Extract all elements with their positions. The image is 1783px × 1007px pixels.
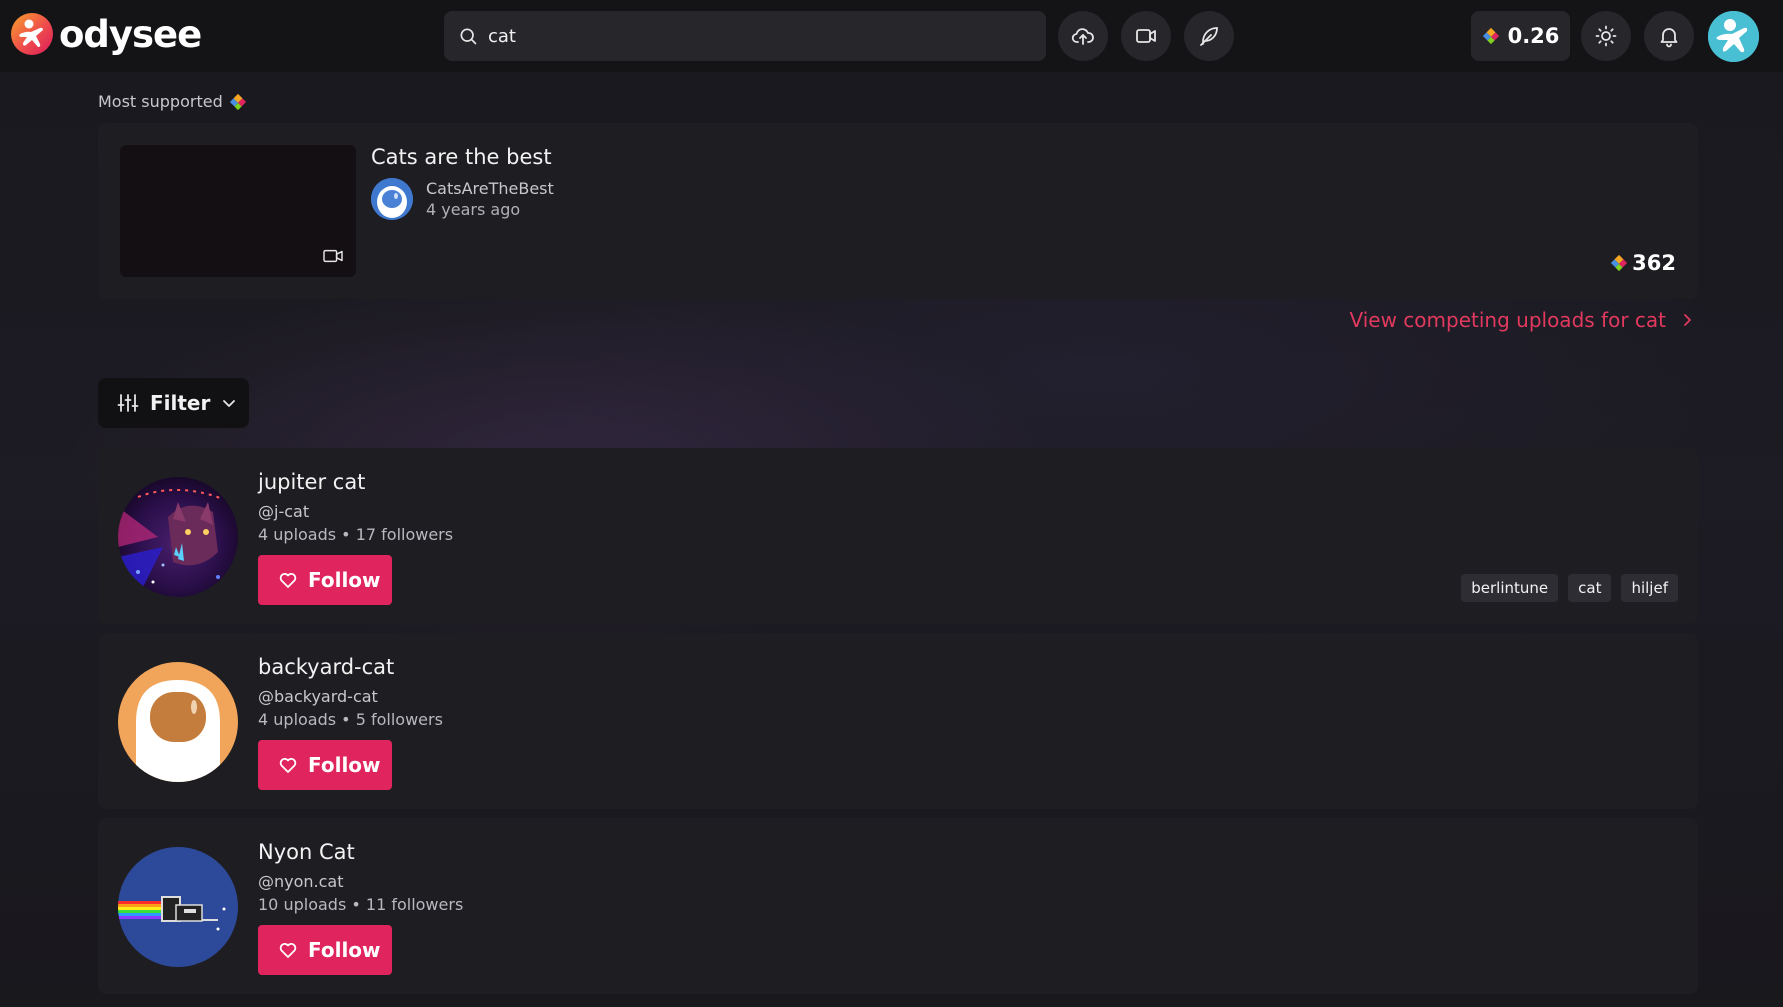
video-icon [323,249,343,263]
channel-avatar-image [118,477,238,597]
chevron-down-icon [223,400,236,407]
support-amount-value: 362 [1632,251,1676,275]
user-avatar[interactable] [1708,11,1759,62]
featured-title[interactable]: Cats are the best [371,145,552,169]
notifications-button[interactable] [1644,11,1694,61]
odysee-logo[interactable]: odysee [10,12,202,56]
channel-avatar[interactable] [118,477,238,597]
sun-icon [1595,25,1617,47]
channel-tags: berlintune cat hiljef [1461,574,1678,602]
channel-stats: 10 uploads • 11 followers [258,895,464,914]
upload-icon [1071,28,1094,45]
channel-result-card[interactable]: Nyon Cat @nyon.cat 10 uploads • 11 follo… [98,818,1698,994]
channel-name[interactable]: jupiter cat [258,470,365,494]
featured-thumbnail[interactable] [120,145,356,277]
spaceman-avatar-icon [118,662,238,782]
filter-button[interactable]: Filter [98,378,249,428]
feather-icon [1200,27,1218,46]
filter-label: Filter [150,391,211,415]
tag[interactable]: hiljef [1621,574,1678,602]
spaceman-avatar-icon [371,178,413,220]
search-input[interactable] [488,25,1028,47]
channel-result-card[interactable]: jupiter cat @j-cat 4 uploads • 17 follow… [98,448,1698,624]
follow-label: Follow [308,753,381,777]
channel-stats: 4 uploads • 5 followers [258,710,443,729]
featured-result-card[interactable]: Cats are the best CatsAreTheBest 4 years… [98,123,1698,299]
competing-link-text: View competing uploads for cat [1349,308,1666,332]
channel-handle[interactable]: @j-cat [258,502,309,521]
channel-handle[interactable]: @nyon.cat [258,872,344,891]
credits-icon [1482,27,1499,45]
follow-label: Follow [308,568,381,592]
search-icon [460,28,477,45]
channel-avatar[interactable] [118,847,238,967]
channel-name[interactable]: Nyon Cat [258,840,355,864]
follow-button[interactable]: Follow [258,740,392,790]
upload-button[interactable] [1058,11,1108,61]
theme-toggle-button[interactable] [1581,11,1631,61]
logo-wordmark: odysee [59,12,202,56]
nyan-cat-avatar-image [118,847,238,967]
channel-result-card[interactable]: backyard-cat @backyard-cat 4 uploads • 5… [98,633,1698,809]
heart-icon [279,758,297,773]
channel-name[interactable]: backyard-cat [258,655,394,679]
sliders-icon [117,394,139,412]
channel-stats: 4 uploads • 17 followers [258,525,454,544]
follow-button[interactable]: Follow [258,925,392,975]
top-bar: odysee 0.26 [0,0,1783,72]
featured-support-amount: 362 [1610,251,1676,275]
most-supported-label: Most supported [98,92,247,111]
follow-label: Follow [308,938,381,962]
create-post-button[interactable] [1184,11,1234,61]
go-live-button[interactable] [1121,11,1171,61]
channel-handle[interactable]: @backyard-cat [258,687,378,706]
tag[interactable]: berlintune [1461,574,1559,602]
heart-icon [279,573,297,588]
bell-icon [1660,28,1678,48]
featured-timestamp: 4 years ago [426,200,521,219]
credits-icon [229,93,246,110]
spaceman-avatar-icon [1708,11,1759,62]
chevron-right-icon [1684,314,1691,326]
wallet-balance: 0.26 [1507,24,1560,48]
follow-button[interactable]: Follow [258,555,392,605]
video-icon [1136,29,1156,43]
odysee-logo-icon [11,13,53,55]
wallet-balance-button[interactable]: 0.26 [1471,11,1570,61]
heart-icon [279,943,297,958]
view-competing-uploads-link[interactable]: View competing uploads for cat [1349,308,1694,332]
credits-icon [1611,254,1628,272]
featured-channel-avatar[interactable] [371,178,413,220]
featured-channel-name[interactable]: CatsAreTheBest [426,179,554,198]
search-bar[interactable] [444,11,1046,61]
section-label-text: Most supported [98,92,223,111]
channel-avatar[interactable] [118,662,238,782]
tag[interactable]: cat [1568,574,1612,602]
